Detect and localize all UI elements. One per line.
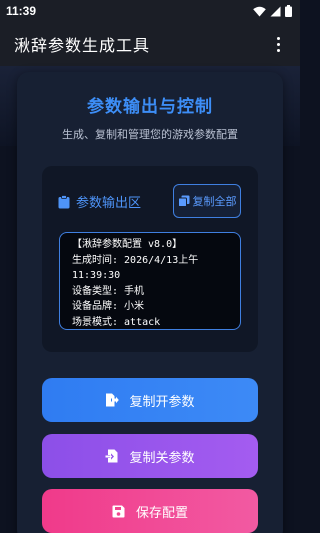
app-bar: 湫辞参数生成工具 (0, 22, 300, 66)
file-export-icon (105, 393, 120, 407)
status-bar: 11:39 (0, 0, 300, 22)
clipboard-icon (58, 194, 70, 208)
save-config-button[interactable]: 保存配置 (42, 489, 258, 533)
copy-open-params-button[interactable]: 复制开参数 (42, 378, 258, 422)
copy-all-button[interactable]: 复制全部 (173, 184, 241, 218)
copy-open-params-label: 复制开参数 (129, 394, 195, 410)
output-line: 11:39:30 (72, 270, 121, 281)
copy-all-label: 复制全部 (192, 195, 237, 208)
signal-icon (270, 6, 281, 16)
copy-icon (177, 195, 189, 207)
output-line: 生成时间: 2026/4/13上午 (72, 254, 199, 266)
battery-icon (285, 5, 292, 17)
more-vert-icon[interactable] (268, 32, 288, 56)
status-icons (253, 5, 292, 17)
copy-close-params-label: 复制关参数 (129, 450, 195, 466)
wifi-icon (253, 6, 266, 16)
card-title: 参数输出与控制 (87, 97, 213, 117)
output-textarea[interactable]: 【湫辞参数配置 v8.0】 生成时间: 2026/4/13上午 11:39:30… (59, 232, 241, 330)
output-line: 【湫辞参数配置 v8.0】 (72, 239, 183, 250)
copy-close-params-button[interactable]: 复制关参数 (42, 434, 258, 478)
status-time: 11:39 (6, 4, 37, 18)
save-config-label: 保存配置 (135, 505, 188, 521)
save-icon (112, 504, 126, 518)
file-import-icon (105, 449, 119, 463)
output-line: 场景模式: attack (72, 316, 161, 328)
app-title: 湫辞参数生成工具 (14, 36, 151, 55)
output-line: 设备品牌: 小米 (72, 301, 145, 312)
output-panel-title: 参数输出区 (76, 196, 142, 211)
output-panel-header: 参数输出区 (58, 192, 141, 211)
output-line: 设备类型: 手机 (72, 285, 145, 297)
card-subtitle: 生成、复制和管理您的游戏参数配置 (62, 128, 238, 141)
